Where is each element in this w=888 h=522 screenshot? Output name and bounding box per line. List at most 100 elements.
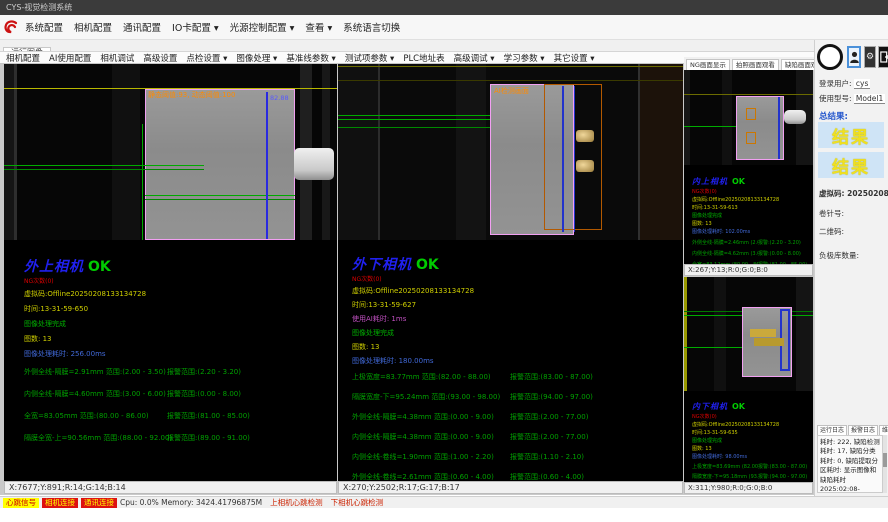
olive-reference-line <box>684 94 813 95</box>
menu-item[interactable]: 系统配置 <box>25 20 63 34</box>
cpu-memory-status: Cpu: 0.0% Memory: 3424.41796875M <box>120 498 262 507</box>
menu-item[interactable]: 查看 ▾ <box>305 20 332 34</box>
camera-image-outer-lower[interactable]: AI检测画面 <box>338 64 683 240</box>
model-value[interactable]: Model1 <box>854 94 885 104</box>
log-tab[interactable]: 报警日志 <box>848 425 878 435</box>
exit-button[interactable] <box>878 46 888 68</box>
measurement-row: 隔膜宽度-下=95.24mm 范围:(93.00 - 98.00) 报警范围:(… <box>352 392 683 402</box>
toolbar-item[interactable]: 高级设置 <box>143 52 177 64</box>
settings-button[interactable]: ⚙ <box>864 46 876 68</box>
alarm-range: 报警:(83.00 - 87.00) <box>758 463 807 470</box>
frame-count-line: 图数: 13 <box>692 445 813 452</box>
log-tab[interactable]: 运行日志 <box>817 425 847 435</box>
measure-value: 外侧全线-卷线=2.61mm 范围:(0.60 - 4.00) <box>352 472 510 481</box>
right-view-tab[interactable]: NG画面显示 <box>686 59 730 70</box>
toolbar-item[interactable]: AI使用配置 <box>49 52 91 64</box>
pause-icon <box>826 52 829 62</box>
toolbar-item[interactable]: 基准线参数 ▾ <box>286 52 335 64</box>
green-measure-line <box>684 347 742 348</box>
toolbar-item[interactable]: 相机配置 <box>6 52 40 64</box>
camera-image-inner-upper[interactable] <box>684 70 813 165</box>
measure-value: 内侧全线-隔膜=4.38mm 范围:(0.00 - 9.00) <box>352 432 510 442</box>
menu-item[interactable]: IO卡配置 ▾ <box>172 20 219 34</box>
barcode-line: 虚拟码:Offline20250208133134728 <box>692 196 813 203</box>
app-logo-icon <box>3 19 19 35</box>
camera-result-text-inner-upper: 内上相机OK NG次数(0) 虚拟码:Offline20250208133134… <box>684 165 813 264</box>
camera-panel-outer-upper[interactable]: 静态阈值:93, 动态阈值:100 82.88 外上相机OK NG次数(0) 虚… <box>4 64 337 481</box>
result-text-1: 结果 <box>832 123 870 148</box>
log-tab[interactable]: 维护日志 <box>879 425 888 435</box>
measure-value: 上极宽度=83.77mm 范围:(82.00 - 88.00) <box>352 372 510 382</box>
heartbeat-badge: 心跳信号 <box>3 498 39 508</box>
image-stripe <box>14 64 17 240</box>
page-tab-strip: 运行图像 <box>0 40 888 51</box>
measure-value: 隔膜宽度-下=95.18mm (93.00 - 98.00) <box>692 473 758 480</box>
elapsed-line: 图像处理耗时: 98.00ms <box>692 453 813 460</box>
menu-item[interactable]: 通讯配置 <box>123 20 161 34</box>
log-scrollbar-thumb[interactable] <box>883 453 887 467</box>
login-user-value: cys <box>854 79 870 89</box>
person-icon <box>850 51 859 63</box>
alarm-range: 报警:(94.00 - 97.00) <box>758 473 807 480</box>
threshold-overlay-text: 静态阈值:93, 动态阈值:100 <box>148 90 235 100</box>
measure-value: 内侧全线-隔膜=4.62mm (3.00 - 6.00) <box>692 250 758 257</box>
menu-item[interactable]: 光源控制配置 ▾ <box>230 20 295 34</box>
window-title: CYS-视觉检测系统 <box>6 3 72 12</box>
frame-count-line: 图数: 13 <box>352 342 683 352</box>
image-stripe <box>796 277 813 391</box>
alarm-range: 报警范围:(0.60 - 4.00) <box>510 472 584 481</box>
toolbar-item[interactable]: 其它设置 ▾ <box>554 52 595 64</box>
log-scrollbar[interactable] <box>883 435 887 493</box>
pause-button[interactable] <box>817 44 843 70</box>
right-view-tab[interactable]: 拍照画面观看 <box>732 59 779 70</box>
alarm-range: 报警范围:(81.00 - 85.00) <box>167 411 250 421</box>
camera-connection-badge: 相机连接 <box>42 498 78 508</box>
measure-value: 内侧全线-隔膜=4.60mm 范围:(3.00 - 6.00) <box>24 389 167 399</box>
camera-panel-inner-lower[interactable]: 内下相机OK NG次数(0) 虚拟码:Offline20250208133134… <box>684 277 813 482</box>
user-mode-button[interactable] <box>847 46 861 68</box>
alarm-range: 报警范围:(2.00 - 77.00) <box>510 432 588 442</box>
toolbar-item[interactable]: 高级调试 ▾ <box>454 52 495 64</box>
camera-result-text-outer-lower: 外下相机OK NG次数(0) 虚拟码:Offline20250208133134… <box>338 240 683 481</box>
image-stripe <box>714 277 726 391</box>
measurement-row: 内侧全线-隔膜=4.38mm 范围:(0.00 - 9.00) 报警范围:(2.… <box>352 432 683 442</box>
measurement-row: 内侧全线-卷线=1.90mm 范围:(1.00 - 2.20) 报警范围:(1.… <box>352 452 683 462</box>
ng-count: NG次数(0) <box>692 413 813 420</box>
toolbar-item[interactable]: PLC地址表 <box>403 52 444 64</box>
toolbar-item[interactable]: 相机调试 <box>100 52 134 64</box>
camera-image-outer-upper[interactable]: 静态阈值:93, 动态阈值:100 82.88 <box>4 64 337 240</box>
needle-number-row: 卷针号: <box>819 208 844 219</box>
exit-door-icon <box>880 51 888 63</box>
toolbar-item[interactable]: 点检设置 ▾ <box>186 52 227 64</box>
camera-panel-outer-lower[interactable]: AI检测画面 外下相机OK NG次数(0) 虚拟码:Offline2025020… <box>338 64 683 481</box>
alarm-range: 报警:(0.00 - 8.00) <box>758 250 801 257</box>
model-label: 使用型号: <box>819 94 852 103</box>
comm-connection-badge: 通讯连接 <box>81 498 117 508</box>
menu-item[interactable]: 系统语言切换 <box>343 20 400 34</box>
blue-measure-line <box>266 92 268 239</box>
measure-value: 内侧全线-卷线=1.90mm 范围:(1.00 - 2.20) <box>352 452 510 462</box>
camera-panel-inner-upper[interactable]: 内上相机OK NG次数(0) 虚拟码:Offline20250208133134… <box>684 70 813 264</box>
measure-value: 外侧全线-隔膜=2.91mm 范围:(2.00 - 3.50) <box>24 367 167 377</box>
log-text-area[interactable]: 耗时: 222, 缺陷检测耗时: 17, 缺陷分类耗时: 0, 缺陷提取分区耗时… <box>817 435 883 493</box>
total-result-label: 总结果: <box>819 110 848 122</box>
gear-icon: ⚙ <box>866 52 874 62</box>
camera-title: 外上相机 <box>24 259 84 275</box>
menu-item[interactable]: 相机配置 <box>74 20 112 34</box>
toolbar-item[interactable]: 测试项参数 ▾ <box>345 52 394 64</box>
toolbar-item[interactable]: 图像处理 ▾ <box>236 52 277 64</box>
time-line: 时间:13-31-59-650 <box>24 304 337 314</box>
toolbar-item[interactable]: 学习参数 ▾ <box>504 52 545 64</box>
camera-image-inner-lower[interactable] <box>684 277 813 391</box>
alarm-range: 报警范围:(1.10 - 2.10) <box>510 452 584 462</box>
measurement-row: 外侧全线-卷线=2.61mm 范围:(0.60 - 4.00) 报警范围:(0.… <box>352 472 683 481</box>
measurement-row: 上极宽度=83.69mm (82.00 - 88.00) 报警:(83.00 -… <box>692 463 813 470</box>
frame-count-line: 图数: 13 <box>24 334 337 344</box>
ai-detect-region-outline <box>544 84 602 230</box>
image-stripe <box>456 64 486 240</box>
measurement-list: 外侧全线-隔膜=2.46mm (2.00 - 3.50) 报警:(2.20 - … <box>692 239 813 264</box>
measure-value: 外侧全线-隔膜=2.46mm (2.00 - 3.50) <box>692 239 758 246</box>
green-measure-line <box>684 126 736 127</box>
measure-value: 全宽=83.05mm 范围:(80.00 - 86.00) <box>24 411 167 421</box>
cell-region-outline <box>736 96 784 160</box>
